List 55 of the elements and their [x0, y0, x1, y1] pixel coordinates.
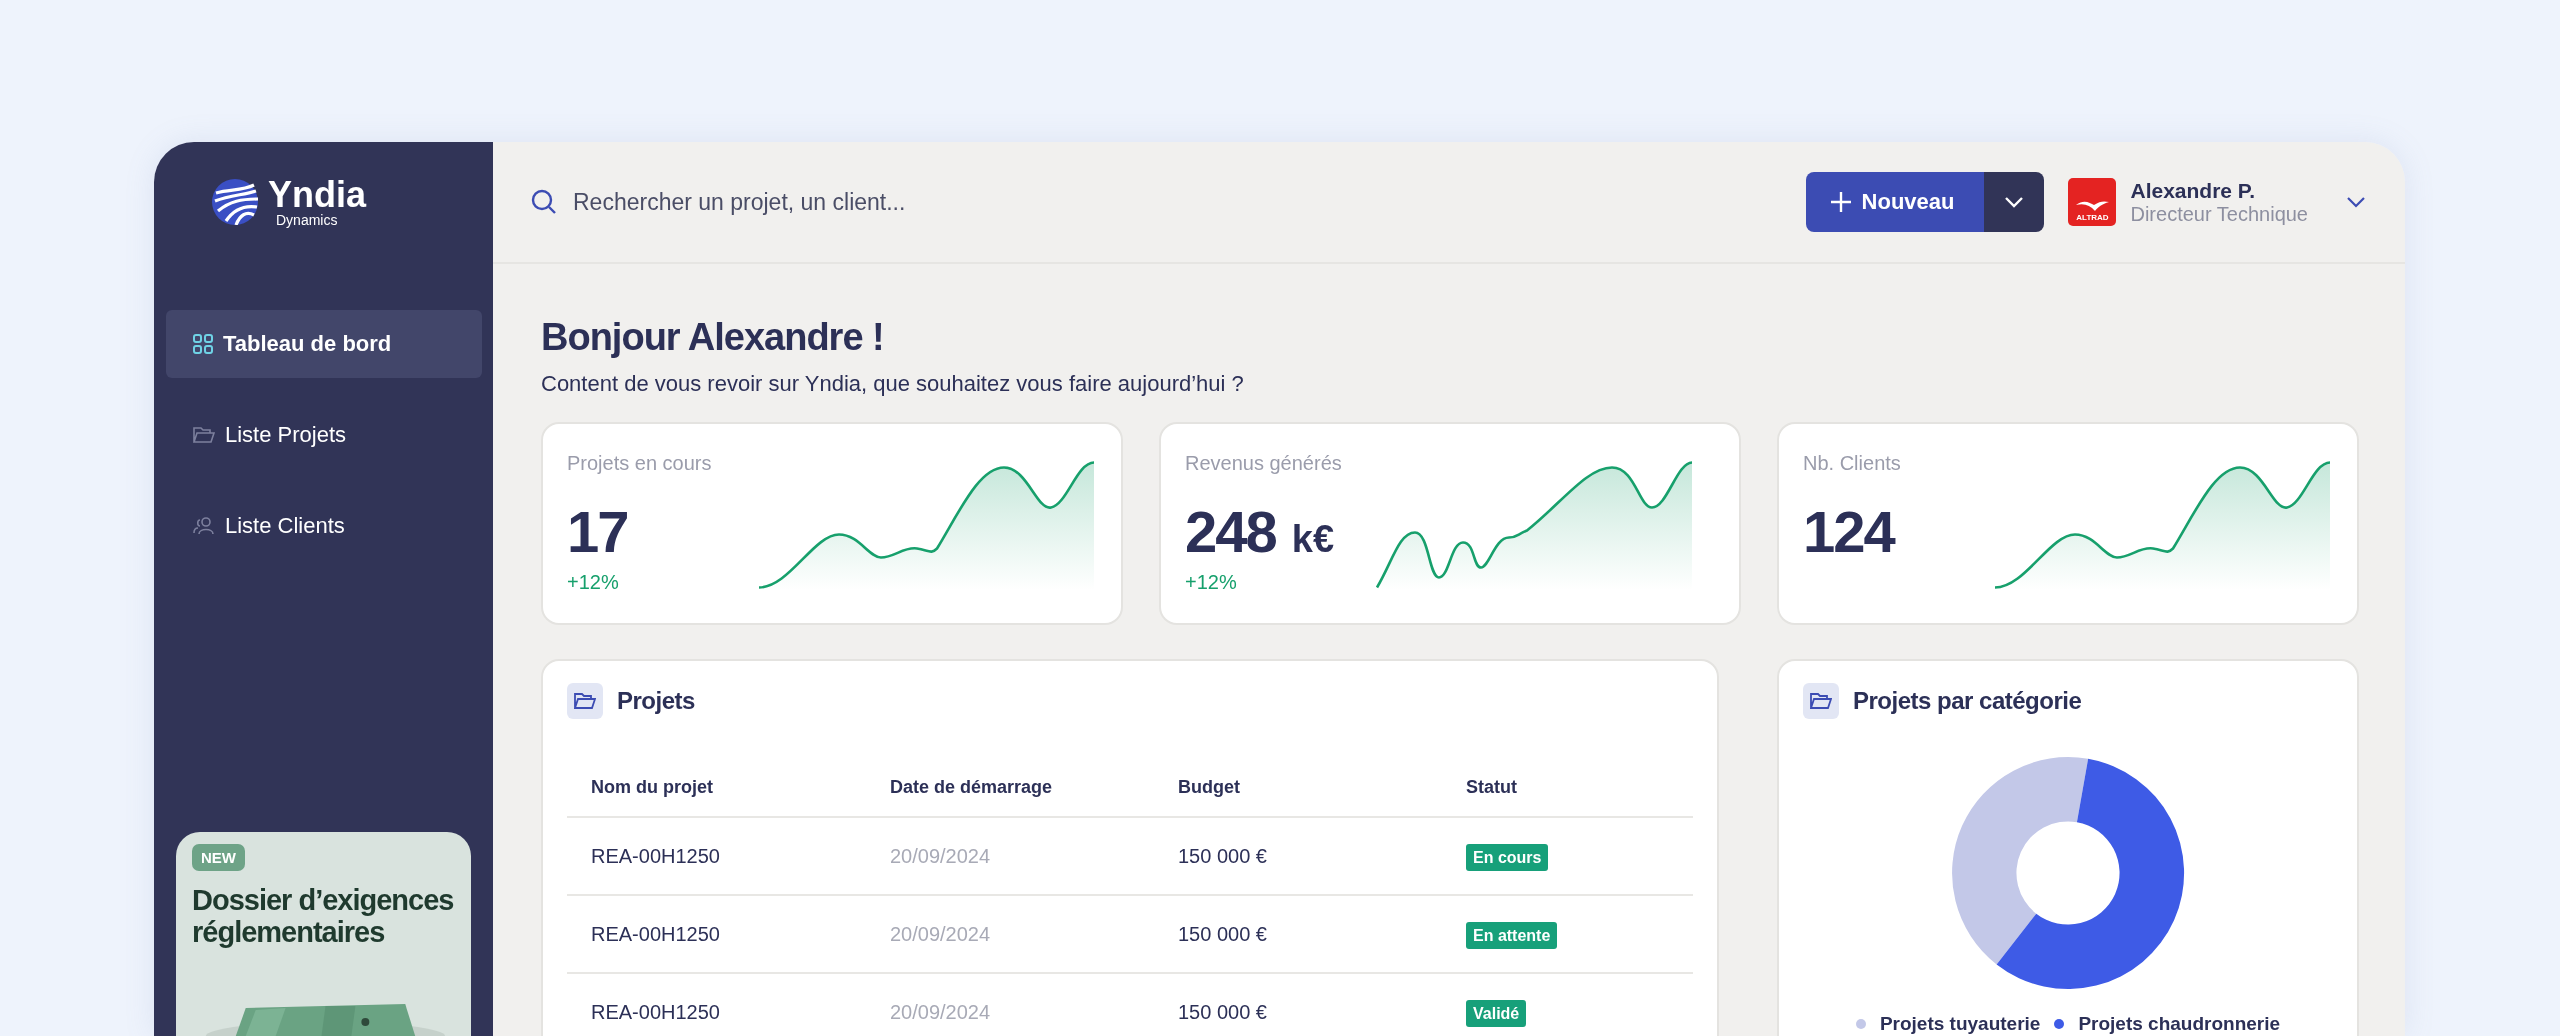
nav-item[interactable]: Tableau de bord — [166, 310, 482, 378]
grid-icon — [193, 334, 213, 354]
legend-label: Projets tuyauterie — [1879, 1013, 2041, 1035]
greeting-title: Bonjour Alexandre ! — [541, 316, 885, 359]
table-cell: REA-00H1250 — [567, 973, 866, 1036]
dropdown-button[interactable] — [1984, 172, 2045, 232]
stat-label: Nb. Clients — [1803, 452, 1902, 475]
brand-tagline: Dynamics — [276, 213, 339, 227]
company-logo: ALTRAD — [2068, 178, 2117, 226]
column-header: Nom du projet — [567, 759, 866, 817]
search-icon — [531, 189, 557, 215]
user-role: Directeur Technique — [2130, 202, 2308, 226]
new-button[interactable]: Nouveau — [1805, 172, 1985, 232]
table-cell: 150 000 € — [1154, 817, 1442, 895]
chevron-down-icon — [2004, 196, 2025, 208]
table-cell: 150 000 € — [1154, 973, 1442, 1036]
panel-title: Projets par catégorie — [1853, 687, 2082, 715]
stat-unit: k€ — [1291, 518, 1335, 561]
folder-icon — [193, 426, 215, 444]
status-badge: En cours — [1466, 843, 1549, 871]
stat-value: 17 — [567, 503, 628, 561]
table-cell: 20/09/2024 — [866, 973, 1154, 1036]
folder-icon — [1810, 692, 1832, 710]
table-cell: 150 000 € — [1154, 895, 1442, 973]
legend-label: Projets chaudronnerie — [2078, 1013, 2281, 1035]
status-badge: En attente — [1466, 921, 1558, 949]
stat-label: Projets en cours — [567, 452, 713, 475]
chevron-down-icon[interactable] — [2346, 196, 2366, 208]
stat-trend: +12% — [1185, 571, 1238, 594]
search-field[interactable]: Rechercher un projet, un client... — [571, 187, 1175, 217]
table-cell: REA-00H1250 — [567, 895, 866, 973]
status-badge: Validé — [1466, 999, 1527, 1027]
users-icon — [193, 517, 215, 535]
nav-item[interactable]: Liste Projets — [166, 401, 482, 469]
column-header: Statut — [1442, 759, 1693, 817]
promo-card[interactable]: NEW Dossier d’exigences réglementaires — [176, 832, 471, 1036]
folder-icon — [574, 692, 596, 710]
stat-trend: +12% — [567, 571, 620, 594]
logo-icon — [212, 179, 258, 225]
table-cell: 20/09/2024 — [866, 817, 1154, 895]
nav-item[interactable]: Liste Clients — [166, 492, 482, 560]
column-header: Date de démarrage — [866, 759, 1154, 817]
table-cell: 20/09/2024 — [866, 895, 1154, 973]
brand-name: Yndia — [268, 177, 366, 213]
column-header: Budget — [1154, 759, 1442, 817]
greeting-subtitle: Content de vous revoir sur Yndia, que souhaitez vous faire aujourd’hui ? — [541, 371, 1245, 397]
new-badge: NEW — [192, 844, 245, 871]
stat-value: 124 — [1803, 503, 1894, 561]
promo-title: Dossier d’exigences réglementaires — [192, 885, 455, 949]
stat-label: Revenus générés — [1185, 452, 1343, 475]
user-name: Alexandre P. — [2130, 178, 2256, 203]
table-cell: REA-00H1250 — [567, 817, 866, 895]
stat-value: 248 — [1185, 503, 1276, 561]
panel-title: Projets — [617, 687, 695, 715]
plus-icon — [1829, 191, 1852, 213]
